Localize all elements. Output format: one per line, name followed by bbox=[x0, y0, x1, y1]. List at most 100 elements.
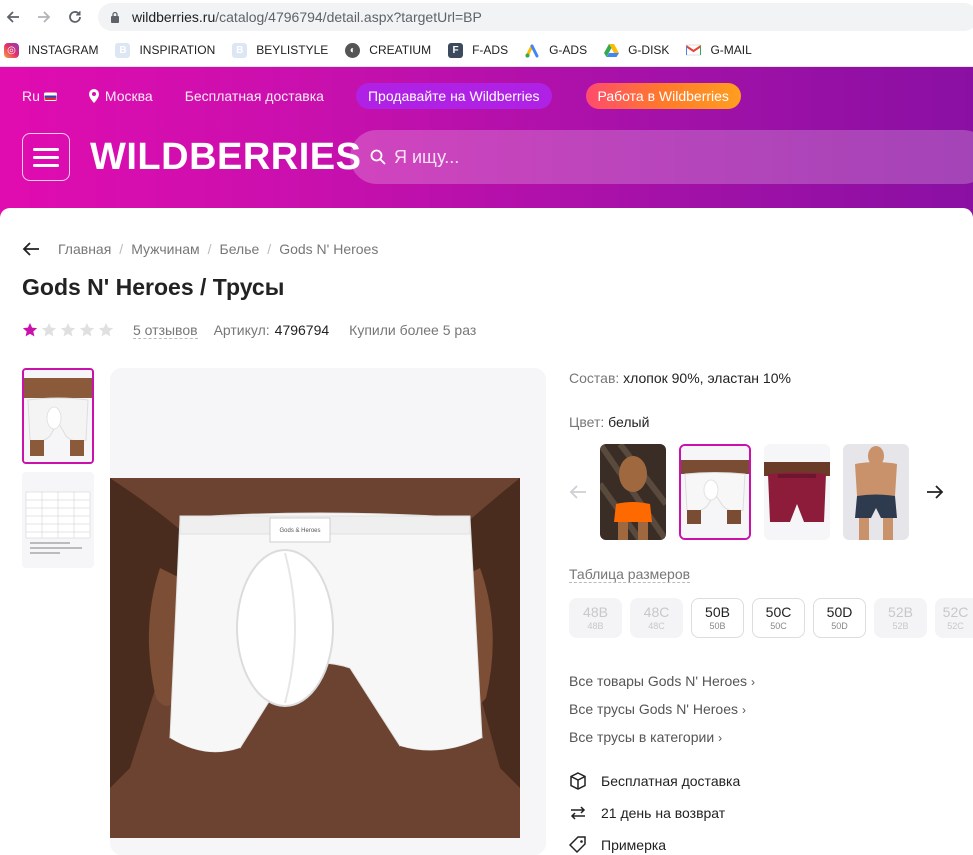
sell-button-label: Продавайте на Wildberries bbox=[367, 88, 540, 104]
bookmark-label: G-ADS bbox=[549, 43, 588, 57]
link-label: Все трусы в категории bbox=[569, 729, 715, 745]
globe-icon: ◐ bbox=[345, 42, 361, 58]
size-ru: 48C bbox=[643, 604, 670, 620]
composition-value: хлопок 90%, эластан 10% bbox=[623, 370, 791, 386]
size-eu: 48C bbox=[648, 621, 665, 631]
size-option[interactable]: 50C 50C bbox=[752, 598, 805, 638]
feature-label: Примерка bbox=[601, 837, 667, 853]
search-icon bbox=[370, 149, 386, 165]
breadcrumb-item[interactable]: Белье bbox=[220, 241, 260, 257]
link-label: Все трусы Gods N' Heroes bbox=[569, 701, 739, 717]
gallery-thumbnail-size-chart[interactable] bbox=[22, 472, 94, 568]
city-selector[interactable]: Москва bbox=[88, 88, 153, 104]
color-swatch[interactable] bbox=[843, 444, 909, 540]
feature-label: 21 день на возврат bbox=[601, 805, 726, 821]
feature-return: 21 день на возврат bbox=[569, 802, 725, 824]
back-arrow-icon[interactable] bbox=[22, 241, 40, 257]
bookmark-inspiration[interactable]: B INSPIRATION bbox=[115, 42, 215, 58]
color: Цвет: белый bbox=[569, 414, 649, 430]
language-selector[interactable]: Ru bbox=[22, 88, 57, 104]
size-table-link[interactable]: Таблица размеров bbox=[569, 566, 691, 583]
lock-icon bbox=[111, 11, 119, 23]
size-eu: 50C bbox=[770, 621, 787, 631]
size-eu: 50D bbox=[831, 621, 848, 631]
swatch-orange-image bbox=[600, 444, 666, 540]
size-ru: 48B bbox=[583, 604, 608, 620]
swatch-burgundy-image bbox=[764, 444, 830, 540]
forward-nav-icon[interactable] bbox=[33, 6, 55, 28]
sell-on-wildberries-button[interactable]: Продавайте на Wildberries bbox=[355, 83, 552, 109]
google-drive-icon bbox=[604, 43, 620, 58]
back-nav-icon[interactable] bbox=[2, 6, 24, 28]
chevron-right-icon: › bbox=[751, 675, 756, 689]
reload-icon[interactable] bbox=[64, 6, 86, 28]
bookmark-label: F-ADS bbox=[472, 43, 509, 57]
breadcrumb-item[interactable]: Мужчинам bbox=[131, 241, 199, 257]
size-ru: 50B bbox=[705, 604, 730, 620]
all-brand-products-link[interactable]: Все товары Gods N' Heroes › bbox=[569, 673, 755, 689]
breadcrumb-item[interactable]: Gods N' Heroes bbox=[279, 241, 378, 257]
google-ads-icon bbox=[525, 43, 540, 58]
chevron-right-icon: › bbox=[742, 703, 747, 717]
bookmark-label: G-DISK bbox=[628, 43, 670, 57]
menu-burger-button[interactable] bbox=[22, 133, 70, 181]
arrow-right-icon[interactable] bbox=[926, 484, 944, 500]
bookmark-g-ads[interactable]: G-ADS bbox=[525, 43, 587, 58]
product-title: Gods N' Heroes / Трусы bbox=[22, 274, 285, 300]
reviews-link[interactable]: 5 отзывов bbox=[133, 322, 198, 339]
search-bar[interactable] bbox=[350, 130, 973, 184]
color-swatch[interactable] bbox=[764, 444, 830, 540]
bookmark-label: CREATIUM bbox=[369, 43, 432, 57]
breadcrumb-separator: / bbox=[119, 241, 124, 257]
size-option[interactable]: 50D 50D bbox=[813, 598, 866, 638]
link-label: Все товары Gods N' Heroes bbox=[569, 673, 748, 689]
wildberries-logo[interactable]: WILDBERRIES bbox=[90, 133, 362, 181]
gmail-icon bbox=[686, 43, 702, 58]
all-brand-briefs-link[interactable]: Все трусы Gods N' Heroes › bbox=[569, 701, 746, 717]
bookmark-g-mail[interactable]: G-MAIL bbox=[686, 43, 752, 58]
feature-label: Бесплатная доставка bbox=[601, 773, 741, 789]
size-ru: 52B bbox=[888, 604, 913, 620]
size-ru: 50C bbox=[765, 604, 792, 620]
browser-chrome: wildberries.ru/catalog/4796794/detail.as… bbox=[0, 0, 973, 67]
work-button-label: Работа в Wildberries bbox=[597, 88, 729, 104]
burger-line bbox=[33, 155, 59, 159]
arrow-left-icon[interactable] bbox=[569, 484, 587, 500]
russia-flag-icon bbox=[43, 91, 57, 101]
size-option-unavailable: 48C 48C bbox=[630, 598, 683, 638]
address-bar[interactable]: wildberries.ru/catalog/4796794/detail.as… bbox=[98, 3, 973, 31]
bookmark-g-disk[interactable]: G-DISK bbox=[604, 43, 669, 58]
breadcrumb-separator: / bbox=[267, 241, 272, 257]
free-delivery-link[interactable]: Бесплатная доставка bbox=[185, 88, 324, 104]
bookmark-instagram[interactable]: ◎ INSTAGRAM bbox=[4, 42, 99, 58]
product-thumbnail-image bbox=[24, 370, 92, 462]
size-chart-thumbnail-image bbox=[22, 472, 94, 568]
bookmarks-bar: ◎ INSTAGRAM B INSPIRATION B BEYLISTYLE ◐… bbox=[0, 38, 769, 62]
work-at-wildberries-button[interactable]: Работа в Wildberries bbox=[585, 83, 741, 109]
feature-fitting: Примерка bbox=[569, 834, 666, 855]
all-category-briefs-link[interactable]: Все трусы в категории › bbox=[569, 729, 722, 745]
language-label: Ru bbox=[22, 88, 40, 104]
swatch-white-image bbox=[681, 446, 749, 538]
size-option[interactable]: 50B 50B bbox=[691, 598, 744, 638]
gallery-thumbnail-active[interactable] bbox=[22, 368, 94, 464]
main-product-image[interactable]: Gods & Heroes bbox=[110, 368, 546, 855]
bookmark-f-ads[interactable]: F F-ADS bbox=[448, 42, 509, 58]
size-selector: 48B 48B 48C 48C 50B 50B 50C 50C 50D 50D … bbox=[569, 598, 973, 638]
breadcrumb-item[interactable]: Главная bbox=[58, 241, 111, 257]
star-filled-icon bbox=[22, 323, 38, 337]
burger-line bbox=[33, 163, 59, 167]
composition: Состав: хлопок 90%, эластан 10% bbox=[569, 370, 791, 386]
bookmark-creatium[interactable]: ◐ CREATIUM bbox=[345, 42, 432, 58]
color-swatch[interactable] bbox=[600, 444, 666, 540]
color-swatch-selected[interactable] bbox=[679, 444, 751, 540]
site-header: Ru Москва Бесплатная доставка Продавайте… bbox=[0, 67, 973, 218]
url-text: wildberries.ru/catalog/4796794/detail.as… bbox=[132, 9, 482, 25]
article-label: Артикул: bbox=[213, 322, 270, 338]
bookmark-label: INSTAGRAM bbox=[28, 43, 99, 57]
size-eu: 48B bbox=[587, 621, 604, 631]
search-input[interactable] bbox=[394, 146, 794, 168]
size-ru: 50D bbox=[826, 604, 853, 620]
bookmark-beylistyle[interactable]: B BEYLISTYLE bbox=[232, 42, 328, 58]
feature-free-delivery: Бесплатная доставка bbox=[569, 770, 740, 792]
